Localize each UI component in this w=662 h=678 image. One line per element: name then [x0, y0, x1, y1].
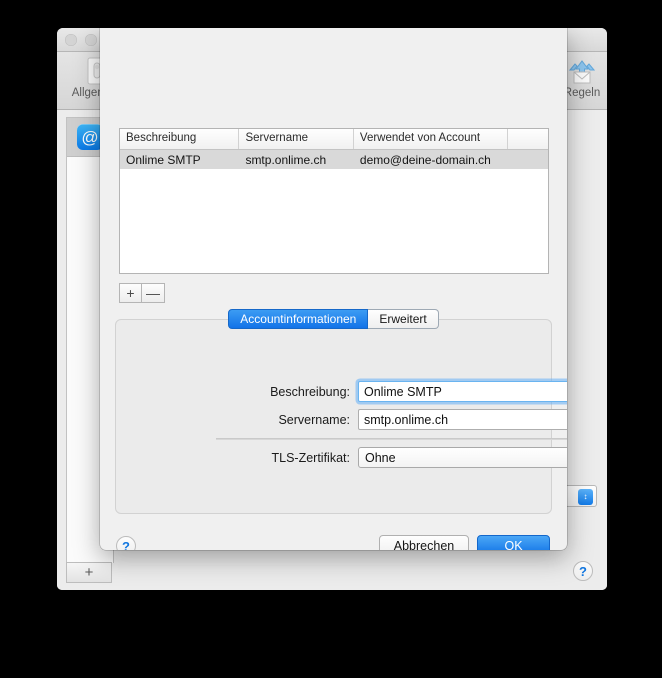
- detail-tabs: Accountinformationen Erweitert: [100, 309, 567, 329]
- chevron-updown-icon: ↕: [578, 489, 593, 505]
- label-servername: Servername:: [268, 413, 350, 427]
- table-row[interactable]: Onlime SMTP smtp.onlime.ch demo@deine-do…: [120, 150, 548, 169]
- beschreibung-input[interactable]: [358, 381, 567, 402]
- tab-accountinformationen[interactable]: Accountinformationen: [228, 309, 368, 329]
- column-header-extra[interactable]: [508, 129, 548, 149]
- tls-certificate-value: Ohne: [365, 451, 396, 465]
- field-row-servername: Servername:: [268, 409, 567, 430]
- cell-beschreibung: Onlime SMTP: [120, 153, 239, 167]
- column-header-servername[interactable]: Servername: [239, 129, 353, 149]
- add-server-button[interactable]: +: [119, 283, 142, 303]
- ok-button[interactable]: OK: [477, 535, 550, 550]
- cell-servername: smtp.onlime.ch: [239, 153, 353, 167]
- smtp-server-table[interactable]: Beschreibung Servername Verwendet von Ac…: [119, 128, 549, 274]
- help-button[interactable]: ?: [573, 561, 593, 581]
- column-header-beschreibung[interactable]: Beschreibung: [120, 129, 239, 149]
- remove-server-button[interactable]: —: [142, 283, 165, 303]
- column-header-account[interactable]: Verwendet von Account: [354, 129, 508, 149]
- label-tls-zertifikat: TLS-Zertifikat:: [268, 451, 350, 465]
- smtp-server-sheet: Beschreibung Servername Verwendet von Ac…: [100, 28, 567, 550]
- panel-divider: [216, 438, 567, 440]
- add-account-button[interactable]: +: [67, 563, 111, 582]
- sheet-help-button[interactable]: ?: [116, 536, 136, 550]
- table-header-row: Beschreibung Servername Verwendet von Ac…: [120, 129, 548, 150]
- tab-erweitert[interactable]: Erweitert: [368, 309, 438, 329]
- field-row-tls: TLS-Zertifikat: Ohne ▲▼: [268, 447, 567, 468]
- cell-account: demo@deine-domain.ch: [354, 153, 508, 167]
- desktop-background: Accounts Allgemein: [0, 0, 662, 678]
- accounts-sidebar-footer: +: [66, 562, 112, 583]
- tls-certificate-popup[interactable]: Ohne ▲▼: [358, 447, 567, 468]
- field-row-beschreibung: Beschreibung:: [268, 381, 567, 402]
- cancel-button[interactable]: Abbrechen: [379, 535, 469, 550]
- table-action-buttons: + —: [119, 283, 165, 303]
- label-beschreibung: Beschreibung:: [268, 385, 350, 399]
- servername-input[interactable]: [358, 409, 567, 430]
